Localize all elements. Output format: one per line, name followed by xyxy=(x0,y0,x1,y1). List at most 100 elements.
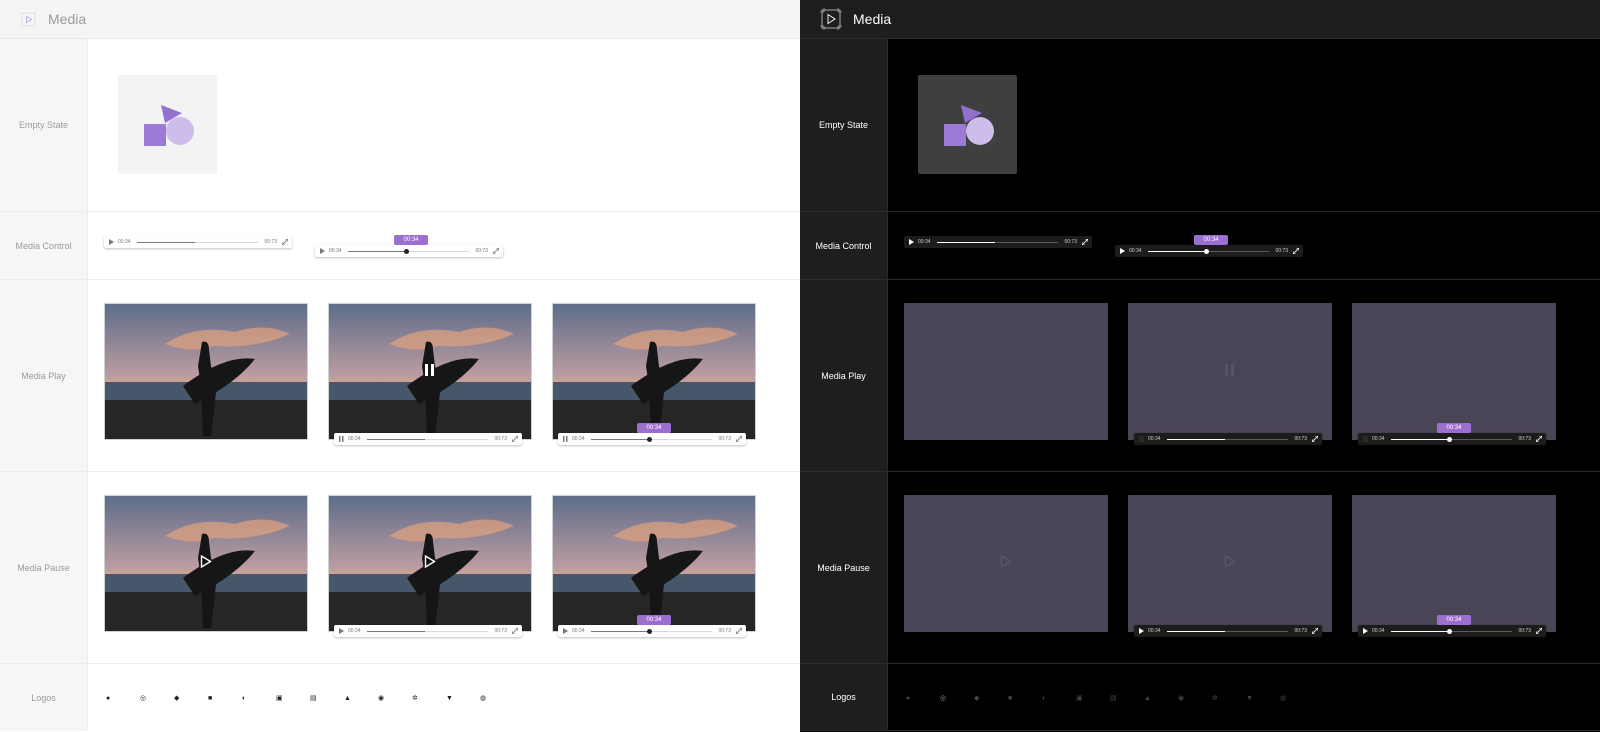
total-time: 00:73 xyxy=(475,248,488,254)
total-time: 00:73 xyxy=(494,436,507,442)
row-media-pause: Media Pause 00:34 00:73 00:34 00:73 00:3… xyxy=(800,472,1600,664)
fullscreen-icon[interactable] xyxy=(1536,436,1542,442)
pause-icon[interactable] xyxy=(1138,436,1144,442)
progress-thumb[interactable] xyxy=(1204,248,1210,254)
play-icon[interactable] xyxy=(319,248,325,254)
play-icon[interactable] xyxy=(562,628,568,634)
paypal-icon: ▲ xyxy=(344,694,351,702)
time-tooltip: 00:34 xyxy=(1437,615,1471,625)
dropbox-icon: ◆ xyxy=(974,695,980,702)
media-control-bar-hover: 00:34 00:73 xyxy=(1358,625,1546,637)
pause-icon[interactable] xyxy=(562,436,568,442)
fullscreen-icon[interactable] xyxy=(1536,628,1542,634)
play-icon[interactable] xyxy=(1224,554,1236,573)
media-placeholder[interactable] xyxy=(1128,495,1332,632)
total-time: 00:73 xyxy=(1275,248,1288,254)
media-thumbnail[interactable] xyxy=(328,303,532,440)
row-empty-state: Empty State xyxy=(800,39,1600,212)
progress-thumb[interactable] xyxy=(1447,436,1453,442)
progress-fill xyxy=(1166,630,1226,632)
total-time: 00:73 xyxy=(718,436,731,442)
progress-thumb[interactable] xyxy=(1447,628,1453,634)
media-control-bar: 00:34 00:73 xyxy=(104,236,292,248)
total-time: 00:73 xyxy=(1064,239,1077,245)
media-thumbnail[interactable] xyxy=(104,495,308,632)
total-time: 00:73 xyxy=(1294,436,1307,442)
progress-track[interactable] xyxy=(366,630,489,632)
progress-thumb[interactable] xyxy=(647,628,653,634)
play-icon[interactable] xyxy=(1362,628,1368,634)
progress-track[interactable] xyxy=(136,241,259,243)
media-thumbnail[interactable] xyxy=(104,303,308,440)
surfer-photo xyxy=(553,304,755,439)
play-icon[interactable] xyxy=(908,239,914,245)
fullscreen-icon[interactable] xyxy=(493,248,499,254)
fullscreen-icon[interactable] xyxy=(736,628,742,634)
media-placeholder[interactable] xyxy=(904,495,1108,632)
play-icon[interactable] xyxy=(424,554,436,573)
shapes-icon xyxy=(144,105,194,146)
progress-fill xyxy=(1390,630,1450,632)
header: Media xyxy=(800,0,1600,39)
media-control-bar-hover: 00:34 00:73 xyxy=(558,625,746,637)
progress-track[interactable] xyxy=(1166,630,1289,632)
play-icon[interactable] xyxy=(1138,628,1144,634)
media-thumbnail[interactable] xyxy=(552,495,756,632)
progress-track[interactable] xyxy=(1390,436,1513,442)
time-tooltip: 00:34 xyxy=(637,423,671,433)
current-time: 00:34 xyxy=(572,436,585,442)
play-icon[interactable] xyxy=(108,239,114,245)
apple-icon: ● xyxy=(906,694,911,702)
fullscreen-icon[interactable] xyxy=(736,436,742,442)
progress-thumb[interactable] xyxy=(647,436,653,442)
progress-track[interactable] xyxy=(347,248,470,254)
progress-fill xyxy=(1166,438,1226,440)
progress-thumb[interactable] xyxy=(404,248,410,254)
media-placeholder[interactable] xyxy=(1352,495,1556,632)
progress-track[interactable] xyxy=(1147,248,1270,254)
fullscreen-icon[interactable] xyxy=(1312,436,1318,442)
twitter-icon: ▼ xyxy=(446,694,453,702)
dribbble-icon: ◎ xyxy=(940,695,947,702)
instagram-icon: ▣ xyxy=(1076,695,1083,702)
progress-track[interactable] xyxy=(590,628,713,634)
progress-track[interactable] xyxy=(1390,628,1513,634)
header: Media xyxy=(0,0,800,39)
fullscreen-icon[interactable] xyxy=(512,436,518,442)
pause-icon[interactable] xyxy=(1225,363,1235,381)
play-icon[interactable] xyxy=(1119,248,1125,254)
media-control-bar: 00:34 00:73 xyxy=(1134,433,1322,445)
google-icon: ◐ xyxy=(1042,694,1047,702)
progress-track[interactable] xyxy=(590,436,713,442)
media-placeholder[interactable] xyxy=(1128,303,1332,440)
fullscreen-icon[interactable] xyxy=(1293,248,1299,254)
play-icon[interactable] xyxy=(338,628,344,634)
current-time: 00:34 xyxy=(1129,248,1142,254)
total-time: 00:73 xyxy=(718,628,731,634)
fullscreen-icon[interactable] xyxy=(1082,239,1088,245)
media-thumbnail[interactable] xyxy=(328,495,532,632)
total-time: 00:73 xyxy=(494,628,507,634)
pause-icon[interactable] xyxy=(1362,436,1368,442)
facebook-icon: ■ xyxy=(208,694,213,702)
pause-icon[interactable] xyxy=(338,436,344,442)
slack-icon: ✲ xyxy=(412,695,418,702)
media-control-bar-hover: 00:34 00:73 xyxy=(558,433,746,445)
progress-track[interactable] xyxy=(1166,438,1289,440)
pinterest-icon: ◉ xyxy=(1178,695,1185,702)
fullscreen-icon[interactable] xyxy=(1312,628,1318,634)
play-icon[interactable] xyxy=(200,554,212,573)
current-time: 00:34 xyxy=(918,239,931,245)
fullscreen-icon[interactable] xyxy=(512,628,518,634)
progress-track[interactable] xyxy=(366,438,489,440)
instagram-icon: ▣ xyxy=(276,695,283,702)
fullscreen-icon[interactable] xyxy=(282,239,288,245)
pause-icon[interactable] xyxy=(425,363,435,381)
media-placeholder[interactable] xyxy=(1352,303,1556,440)
current-time: 00:34 xyxy=(348,436,361,442)
row-media-play: Media Play 00:34 00:73 00:34 00:73 00:34 xyxy=(0,280,800,472)
media-thumbnail[interactable] xyxy=(552,303,756,440)
progress-track[interactable] xyxy=(936,241,1059,243)
play-icon[interactable] xyxy=(1000,554,1012,573)
media-placeholder[interactable] xyxy=(904,303,1108,440)
